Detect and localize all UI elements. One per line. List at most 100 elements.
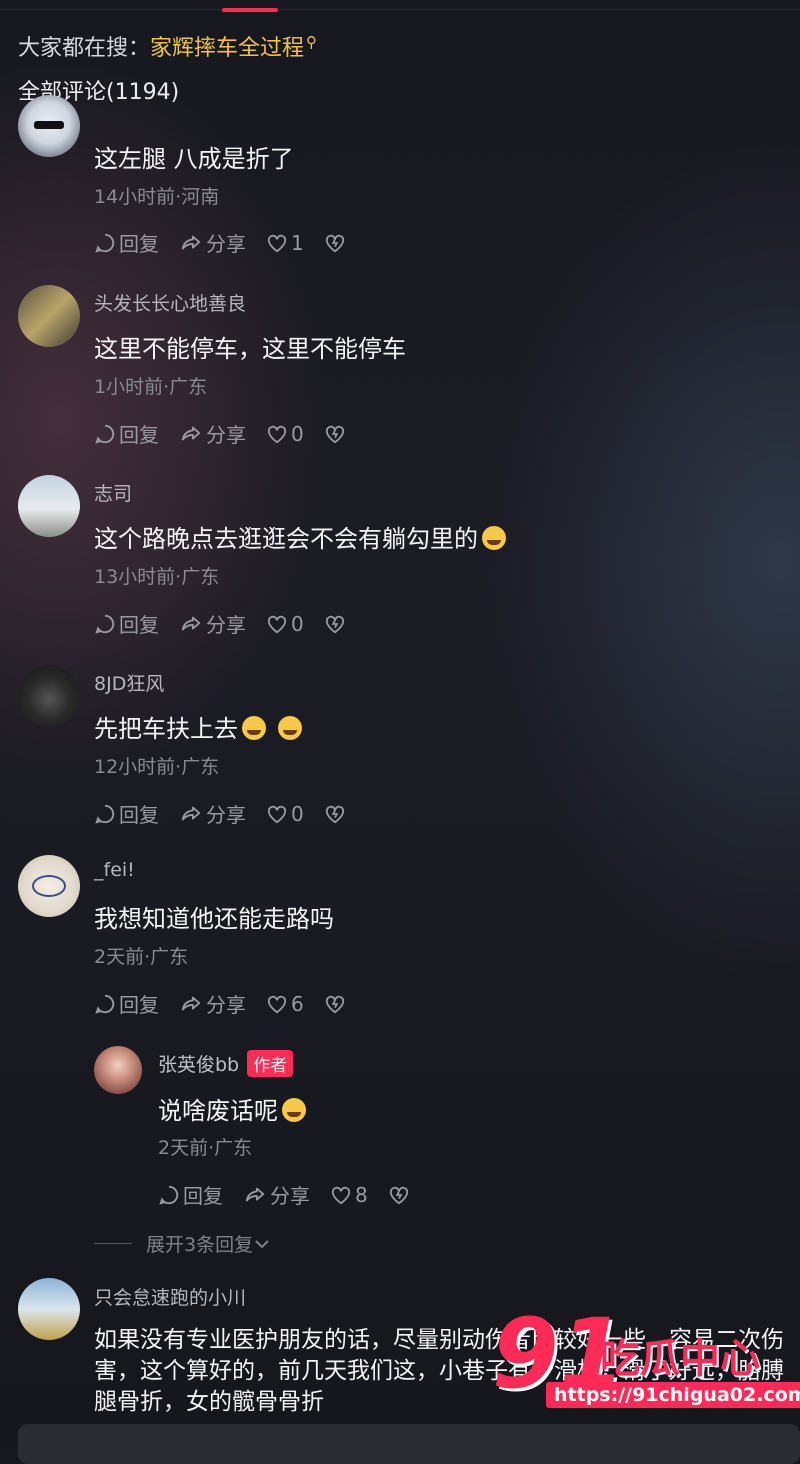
like-count: 0 — [291, 801, 304, 826]
like-button[interactable]: 6 — [266, 992, 304, 1016]
reply-username-row: 张英俊bb 作者 — [158, 1050, 294, 1077]
comment-username[interactable]: 志司 — [94, 479, 132, 506]
share-label: 分享 — [270, 1184, 310, 1208]
comment-input[interactable] — [18, 1424, 800, 1464]
search-prefix: 大家都在搜： — [18, 36, 151, 61]
share-label: 分享 — [206, 232, 246, 256]
reply-icon — [95, 614, 115, 634]
chevron-down-icon — [255, 1239, 269, 1248]
avatar[interactable] — [18, 855, 80, 917]
heart-icon — [331, 1186, 351, 1204]
reply-button[interactable]: 回复 — [94, 609, 159, 638]
dislike-button[interactable] — [324, 424, 349, 444]
comment-username[interactable]: 头发长长心地善良 — [94, 289, 246, 316]
reply-meta: 2天前·广东 — [158, 1137, 253, 1159]
share-button[interactable]: 分享 — [179, 419, 246, 448]
like-count: 0 — [291, 421, 304, 446]
comment-text: 这里不能停车，这里不能停车 — [94, 335, 406, 363]
reply-actions: 回复 分享 8 — [158, 1180, 433, 1209]
expand-label: 展开3条回复 — [146, 1234, 254, 1256]
share-button[interactable]: 分享 — [179, 799, 246, 828]
header-divider — [0, 9, 800, 10]
avatar[interactable] — [18, 95, 80, 157]
avatar[interactable] — [18, 285, 80, 347]
comment-actions: 回复 分享 0 — [94, 609, 369, 638]
like-button[interactable]: 1 — [266, 231, 304, 255]
share-icon — [181, 616, 201, 630]
reply-username[interactable]: 张英俊bb — [158, 1054, 239, 1076]
comment-meta: 13小时前·广东 — [94, 566, 220, 588]
dislike-button[interactable] — [324, 233, 349, 253]
comment-actions: 回复 分享 1 — [94, 228, 369, 257]
comment-actions: 回复 分享 6 — [94, 989, 369, 1018]
dislike-button[interactable] — [324, 994, 349, 1014]
broken-heart-icon — [325, 995, 344, 1013]
reply-button[interactable]: 回复 — [158, 1180, 223, 1209]
dislike-button[interactable] — [324, 614, 349, 634]
like-count: 1 — [291, 230, 304, 255]
comment-username[interactable]: _fei! — [94, 859, 135, 881]
reply-icon — [95, 233, 115, 253]
share-button[interactable]: 分享 — [243, 1180, 310, 1209]
like-button[interactable]: 8 — [330, 1183, 368, 1207]
search-suggestion[interactable]: 大家都在搜：家辉摔车全过程 ⚲ — [18, 30, 317, 62]
avatar[interactable] — [18, 1278, 80, 1340]
comment-username[interactable]: 8JD狂风 — [94, 669, 164, 696]
like-button[interactable]: 0 — [266, 802, 304, 826]
comment-text: 这左腿 八成是折了 — [94, 145, 294, 173]
share-button[interactable]: 分享 — [179, 609, 246, 638]
heart-icon — [267, 615, 287, 633]
tab-indicator — [222, 8, 278, 12]
share-button[interactable]: 分享 — [179, 228, 246, 257]
emoji-icon — [282, 1098, 306, 1122]
comment-username[interactable]: 只会怠速跑的小川 — [94, 1283, 246, 1310]
laughing-emoji-icon — [242, 716, 266, 740]
reply-button[interactable]: 回复 — [94, 989, 159, 1018]
share-icon — [181, 235, 201, 249]
heart-icon — [267, 234, 287, 252]
watermark-logo: 91 吃瓜中心 https://91chigua02.com — [492, 1298, 800, 1416]
share-icon — [181, 426, 201, 440]
reply-button[interactable]: 回复 — [94, 228, 159, 257]
avatar[interactable] — [18, 475, 80, 537]
heart-icon — [267, 425, 287, 443]
reply-label: 回复 — [183, 1184, 223, 1208]
search-term-link[interactable]: 家辉摔车全过程 — [150, 36, 304, 61]
watermark-url: https://91chigua02.com — [546, 1382, 800, 1408]
expand-replies-button[interactable]: 展开3条回复 — [94, 1230, 271, 1257]
comment-meta: 2天前·广东 — [94, 946, 189, 968]
reply-label: 回复 — [119, 232, 159, 256]
reply-label: 回复 — [119, 423, 159, 447]
comment-meta: 1小时前·广东 — [94, 376, 208, 398]
reply-icon — [95, 804, 115, 824]
avatar[interactable] — [18, 665, 80, 727]
like-button[interactable]: 0 — [266, 422, 304, 446]
share-label: 分享 — [206, 613, 246, 637]
reply-button[interactable]: 回复 — [94, 419, 159, 448]
reply-text: 说啥废话呢 — [158, 1091, 306, 1126]
broken-heart-icon — [325, 615, 344, 633]
broken-heart-icon — [325, 425, 344, 443]
broken-heart-icon — [325, 234, 344, 252]
share-button[interactable]: 分享 — [179, 989, 246, 1018]
avatar[interactable] — [94, 1046, 142, 1094]
dislike-button[interactable] — [324, 804, 349, 824]
share-label: 分享 — [206, 803, 246, 827]
comment-actions: 回复 分享 0 — [94, 419, 369, 448]
reply-label: 回复 — [119, 993, 159, 1017]
share-icon — [181, 806, 201, 820]
share-icon — [181, 996, 201, 1010]
like-count: 0 — [291, 611, 304, 636]
share-icon — [245, 1187, 265, 1201]
heart-icon — [267, 995, 287, 1013]
dislike-button[interactable] — [388, 1185, 413, 1205]
expand-divider — [94, 1243, 132, 1244]
like-count: 6 — [291, 991, 304, 1016]
comment-text: 我想知道他还能走路吗 — [94, 905, 334, 933]
reply-button[interactable]: 回复 — [94, 799, 159, 828]
comment-text: 先把车扶上去 — [94, 709, 302, 744]
like-button[interactable]: 0 — [266, 612, 304, 636]
comment-meta: 14小时前·河南 — [94, 186, 220, 208]
broken-heart-icon — [325, 805, 344, 823]
comment-text: 这个路晚点去逛逛会不会有躺勾里的 — [94, 519, 506, 554]
